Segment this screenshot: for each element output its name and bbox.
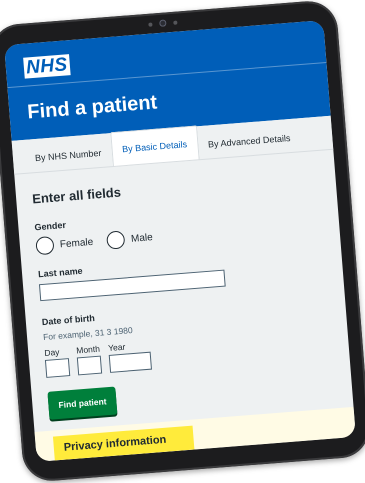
dob-day: Day — [43, 346, 71, 378]
sensor-dot — [148, 22, 153, 27]
search-form: Enter all fields Gender Female Male Last… — [14, 150, 352, 421]
screen: NHS Find a patient By NHS Number By Basi… — [4, 20, 356, 462]
radio-female-input[interactable] — [35, 235, 55, 256]
radio-male-input[interactable] — [106, 230, 126, 250]
privacy-information-link[interactable]: Privacy information — [52, 425, 195, 461]
radio-male[interactable]: Male — [106, 228, 153, 250]
nhs-logo[interactable]: NHS — [23, 54, 71, 79]
form-heading: Enter all fields — [31, 184, 122, 207]
dob-month-label: Month — [75, 343, 101, 356]
dob-month: Month — [75, 343, 103, 376]
radio-female-label: Female — [59, 236, 94, 250]
dob-year-label: Year — [107, 341, 126, 353]
tablet-device: NHS Find a patient By NHS Number By Basi… — [0, 0, 365, 483]
sensor-dot — [173, 20, 178, 25]
dob-day-label: Day — [43, 346, 60, 358]
dob-month-input[interactable] — [76, 355, 103, 376]
radio-male-label: Male — [130, 231, 154, 245]
camera-lens — [159, 19, 167, 27]
page-title: Find a patient — [26, 91, 158, 124]
dob-year-input[interactable] — [108, 351, 153, 373]
dob-year: Year — [107, 340, 153, 373]
dob-day-input[interactable] — [44, 358, 71, 378]
camera-bar — [148, 19, 178, 28]
radio-female[interactable]: Female — [35, 233, 94, 256]
find-patient-button[interactable]: Find patient — [47, 386, 118, 420]
